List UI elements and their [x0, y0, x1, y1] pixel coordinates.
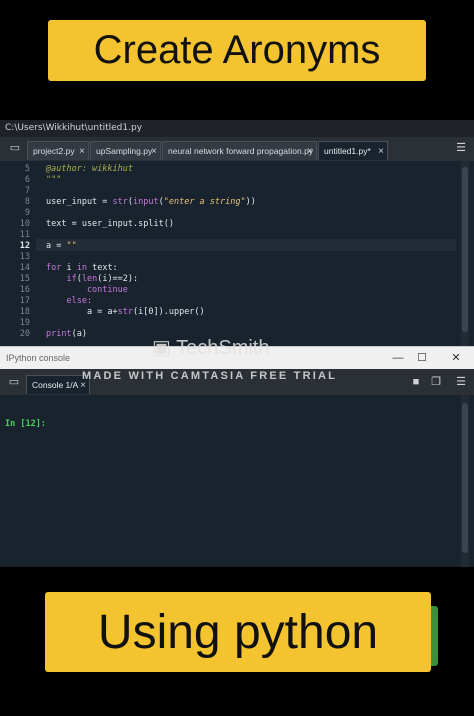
console-prompt: In [12]:: [5, 419, 46, 429]
editor-file-path: C:\Users\Wikkihut\untitled1.py: [0, 120, 474, 137]
title-text: Create Aronyms: [93, 28, 381, 72]
editor-scroll-thumb[interactable]: [462, 167, 468, 332]
tab-untitled1[interactable]: untitled1.py* ×: [318, 141, 388, 160]
code-line-5: @author: wikkihut: [46, 164, 133, 174]
code-token: "": [66, 241, 77, 251]
code-token: a = a+: [46, 307, 118, 317]
title-banner: Create Aronyms: [48, 20, 426, 81]
stop-icon[interactable]: ■: [410, 376, 422, 388]
close-icon[interactable]: ×: [151, 142, 157, 160]
console-scroll-thumb[interactable]: [462, 403, 468, 553]
line-number: 8: [24, 197, 30, 207]
code-line-18: a = a+str(i[0]).upper(): [46, 307, 205, 318]
line-number: 18: [19, 307, 30, 317]
code-token: a =: [46, 241, 67, 251]
line-number: 7: [24, 186, 30, 196]
line-number: 14: [19, 263, 30, 273]
close-icon[interactable]: ×: [378, 142, 384, 160]
line-number: 5: [24, 164, 30, 174]
code-token: str: [112, 197, 128, 207]
maximize-icon[interactable]: ☐: [412, 347, 432, 370]
tab-upsampling[interactable]: upSampling.py ×: [90, 141, 161, 160]
code-token: i: [61, 263, 77, 273]
browse-tabs-icon[interactable]: ▭: [8, 376, 20, 388]
tab-label: project2.py: [33, 146, 75, 156]
code-line-15: if(len(i)==2):: [46, 274, 138, 285]
code-token: in: [76, 263, 87, 273]
subtitle-banner: Using python: [45, 592, 431, 672]
code-token: input: [133, 197, 159, 207]
close-icon[interactable]: ×: [79, 142, 85, 160]
line-number: 6: [24, 175, 30, 185]
code-token: len: [81, 274, 98, 284]
subtitle-text: Using python: [97, 605, 379, 659]
editor-tab-bar: ▭ project2.py × upSampling.py × neural n…: [0, 137, 474, 162]
line-number: 13: [19, 252, 30, 262]
close-icon[interactable]: ×: [307, 142, 313, 160]
editor-scrollbar[interactable]: [461, 161, 469, 346]
line-number: 17: [19, 296, 30, 306]
line-number: 19: [19, 318, 30, 328]
line-number: 10: [19, 219, 30, 229]
watermark-text: MADE WITH CAMTASIA FREE TRIAL: [82, 370, 338, 382]
watermark-logo-text: TechSmith: [176, 337, 270, 359]
tab-project2[interactable]: project2.py ×: [27, 141, 89, 160]
code-token: )): [245, 197, 256, 207]
code-token: (a): [71, 329, 87, 339]
copy-icon[interactable]: ❐: [430, 376, 442, 388]
code-line-12: a = "": [46, 241, 77, 252]
line-number-gutter: 5 6 7 8 9 10 11 12 13 14 15 16 17 18 19 …: [0, 161, 36, 346]
code-token: str: [117, 307, 134, 317]
code-line-8: user_input = str(input("enter a string")…: [46, 197, 256, 208]
code-line-20: print(a): [46, 329, 87, 340]
tab-console-1a[interactable]: Console 1/A ×: [26, 375, 90, 394]
close-icon[interactable]: ✕: [446, 347, 466, 370]
code-editor[interactable]: 5 6 7 8 9 10 11 12 13 14 15 16 17 18 19 …: [0, 161, 474, 346]
line-number: 15: [19, 274, 30, 284]
ipython-console[interactable]: In [12]:: [0, 395, 474, 567]
minimize-icon[interactable]: —: [388, 347, 408, 370]
code-token: if: [46, 274, 77, 284]
watermark-logo: ▣ TechSmith: [152, 335, 269, 360]
code-line-17: else:: [46, 296, 93, 306]
tab-label: upSampling.py: [96, 146, 153, 156]
current-line-highlight: [36, 239, 456, 251]
tab-label: neural network forward propagation.py: [168, 146, 314, 156]
code-line-16: continue: [46, 285, 128, 295]
line-number: 16: [19, 285, 30, 295]
code-token: "enter a string": [163, 197, 246, 207]
line-number: 20: [19, 329, 30, 339]
code-line-14: for i in text:: [46, 263, 118, 274]
code-token: for: [46, 263, 62, 273]
code-line-10: text = user_input.split(): [46, 219, 174, 229]
line-number: 9: [24, 208, 30, 218]
console-scrollbar[interactable]: [461, 395, 469, 567]
code-token: print: [46, 329, 72, 339]
tab-neural-network[interactable]: neural network forward propagation.py ×: [162, 141, 317, 160]
line-number: 11: [19, 230, 30, 240]
current-line-number: 12: [19, 241, 30, 251]
options-menu-icon[interactable]: ☰: [455, 142, 467, 154]
tab-label: untitled1.py*: [324, 146, 371, 156]
options-menu-icon[interactable]: ☰: [455, 376, 467, 388]
code-token: (i)==2):: [97, 274, 139, 284]
code-token: (i[0]).upper(): [133, 307, 205, 317]
tab-label: Console 1/A: [32, 380, 79, 390]
code-token: user_input =: [46, 197, 113, 207]
console-title: IPython console: [6, 353, 71, 363]
browse-tabs-icon[interactable]: ▭: [9, 142, 21, 154]
techsmith-logo-icon: ▣: [152, 337, 171, 359]
code-line-6: """: [46, 175, 62, 185]
code-token: text:: [86, 263, 118, 273]
